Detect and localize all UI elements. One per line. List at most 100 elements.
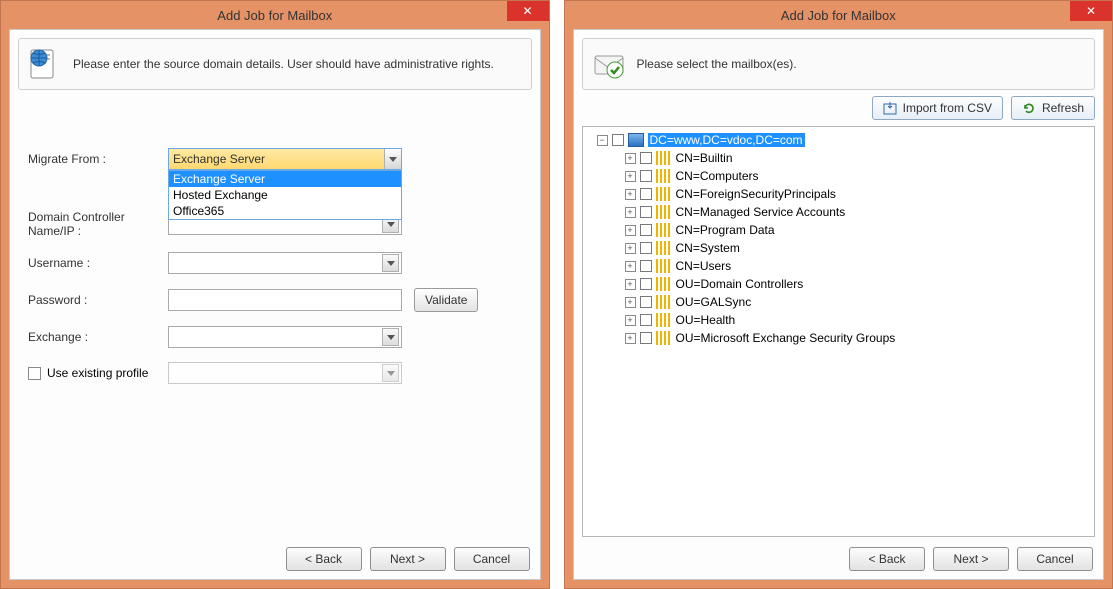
expand-icon[interactable]: + [625,261,636,272]
tree-checkbox[interactable] [640,170,652,182]
chevron-down-icon [387,335,395,340]
tree-node-row[interactable]: + CN=ForeignSecurityPrincipals [585,185,1093,203]
tree-checkbox[interactable] [640,332,652,344]
dropdown-button[interactable] [384,149,401,169]
close-button[interactable]: ✕ [1070,1,1112,21]
tree-node-label: CN=ForeignSecurityPrincipals [676,187,836,201]
collapse-icon[interactable]: − [597,135,608,146]
dropdown-button[interactable] [382,328,399,346]
close-icon: ✕ [1086,5,1096,17]
window-title: Add Job for Mailbox [781,8,896,23]
tree-root-row[interactable]: − DC=www,DC=vdoc,DC=com [585,131,1093,149]
tree-node-row[interactable]: + CN=Computers [585,167,1093,185]
dropdown-option[interactable]: Office365 [169,203,401,219]
exchange-combobox[interactable] [168,326,402,348]
tree-node-row[interactable]: +CN=Users [585,257,1093,275]
cancel-button[interactable]: Cancel [454,547,530,571]
mailbox-tree[interactable]: − DC=www,DC=vdoc,DC=com + CN=Builtin + CN=C… [582,126,1096,537]
label-use-existing-profile: Use existing profile [47,366,148,380]
close-icon: ✕ [522,5,532,17]
password-input[interactable] [168,289,402,311]
info-panel: Please enter the source domain details. … [18,38,532,90]
chevron-down-icon [387,371,395,376]
tree-checkbox[interactable] [640,314,652,326]
ou-icon [656,259,672,273]
chevron-down-icon [387,261,395,266]
tree-node-row[interactable]: +OU=Microsoft Exchange Security Groups [585,329,1093,347]
label-dc-name: Domain Controller Name/IP : [28,210,168,238]
tree-node-row[interactable]: + OU=Domain Controllers [585,275,1093,293]
tree-root-label: DC=www,DC=vdoc,DC=com [648,133,805,147]
info-text: Please select the mailbox(es). [637,56,797,72]
globe-doc-icon [29,48,61,80]
expand-icon[interactable]: + [625,153,636,164]
back-button[interactable]: < Back [849,547,925,571]
dropdown-option[interactable]: Exchange Server [169,171,401,187]
tree-node-label: CN=Managed Service Accounts [676,205,846,219]
tree-node-label: OU=Domain Controllers [676,277,804,291]
dropdown-option[interactable]: Hosted Exchange [169,187,401,203]
close-button[interactable]: ✕ [507,1,549,21]
ou-icon [656,331,672,345]
tree-checkbox[interactable] [640,206,652,218]
ou-icon [656,205,672,219]
tree-checkbox[interactable] [612,134,624,146]
tree-node-row[interactable]: + CN=Builtin [585,149,1093,167]
tree-checkbox[interactable] [640,278,652,290]
refresh-icon [1022,101,1036,115]
import-csv-label: Import from CSV [903,101,992,115]
dropdown-button [382,364,399,382]
ou-icon [656,223,672,237]
tree-checkbox[interactable] [640,188,652,200]
use-existing-profile-checkbox[interactable] [28,367,41,380]
tree-checkbox[interactable] [640,224,652,236]
ou-icon [656,241,672,255]
tree-checkbox[interactable] [640,242,652,254]
ou-icon [656,295,672,309]
tree-node-row[interactable]: + CN=Program Data [585,221,1093,239]
expand-icon[interactable]: + [625,225,636,236]
username-combobox[interactable] [168,252,402,274]
chevron-down-icon [389,157,397,162]
ou-icon [656,277,672,291]
ou-icon [656,313,672,327]
title-bar[interactable]: Add Job for Mailbox ✕ [565,1,1113,29]
import-icon [883,101,897,115]
expand-icon[interactable]: + [625,189,636,200]
ou-icon [656,187,672,201]
cancel-button[interactable]: Cancel [1017,547,1093,571]
expand-icon[interactable]: + [625,279,636,290]
tree-checkbox[interactable] [640,296,652,308]
back-button[interactable]: < Back [286,547,362,571]
import-csv-button[interactable]: Import from CSV [872,96,1003,120]
title-bar[interactable]: Add Job for Mailbox ✕ [1,1,549,29]
tree-node-label: CN=Program Data [676,223,775,237]
tree-node-label: CN=Computers [676,169,759,183]
migrate-from-combobox[interactable]: Exchange Server Exchange Server Hosted E… [168,148,402,170]
next-button[interactable]: Next > [370,547,446,571]
expand-icon[interactable]: + [625,243,636,254]
label-exchange: Exchange : [28,330,168,344]
validate-button[interactable]: Validate [414,288,478,312]
label-password: Password : [28,293,168,307]
dropdown-button[interactable] [382,254,399,272]
tree-node-label: OU=Health [676,313,736,327]
expand-icon[interactable]: + [625,297,636,308]
expand-icon[interactable]: + [625,207,636,218]
info-text: Please enter the source domain details. … [73,56,494,72]
tree-checkbox[interactable] [640,260,652,272]
tree-node-label: CN=Builtin [676,151,733,165]
tree-node-row[interactable]: + OU=Health [585,311,1093,329]
mailbox-check-icon [593,48,625,80]
expand-icon[interactable]: + [625,315,636,326]
expand-icon[interactable]: + [625,171,636,182]
label-migrate-from: Migrate From : [28,152,168,166]
next-button[interactable]: Next > [933,547,1009,571]
window-title: Add Job for Mailbox [217,8,332,23]
tree-node-row[interactable]: +OU=GALSync [585,293,1093,311]
tree-checkbox[interactable] [640,152,652,164]
tree-node-row[interactable]: +CN=System [585,239,1093,257]
refresh-button[interactable]: Refresh [1011,96,1095,120]
expand-icon[interactable]: + [625,333,636,344]
tree-node-row[interactable]: + CN=Managed Service Accounts [585,203,1093,221]
